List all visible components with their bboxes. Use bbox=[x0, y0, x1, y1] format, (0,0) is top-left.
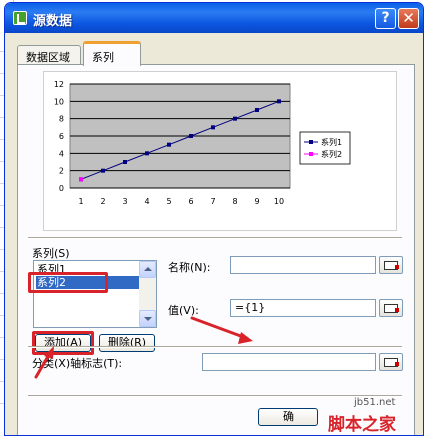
annotation-arrows bbox=[34, 316, 253, 379]
watermark-site: jb51.net bbox=[354, 397, 396, 408]
arrow-to-value-field bbox=[190, 316, 253, 344]
arrow-to-add-button bbox=[34, 346, 54, 379]
watermark-brand: 脚本之家 bbox=[328, 415, 396, 435]
tab-series[interactable]: 系列 bbox=[83, 41, 141, 66]
